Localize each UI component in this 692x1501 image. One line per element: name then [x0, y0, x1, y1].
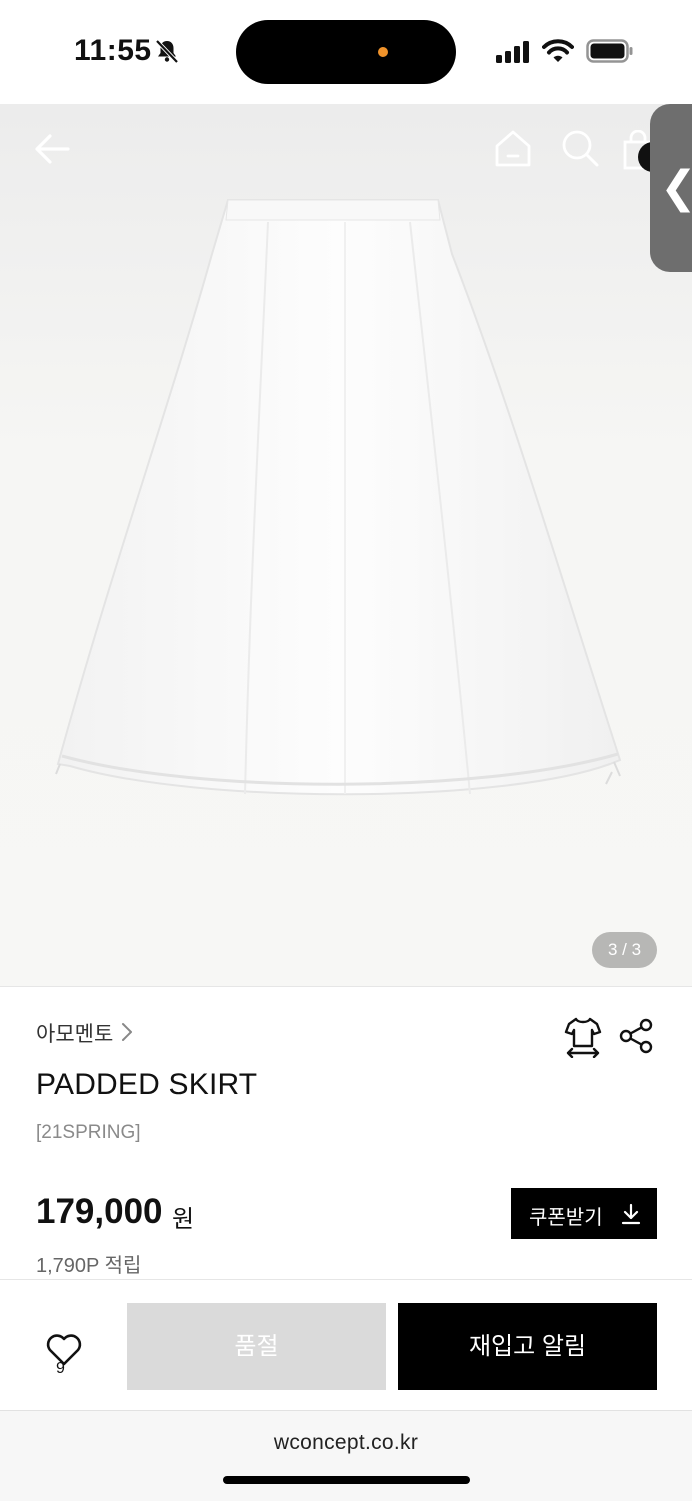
brand-link[interactable]: 아모멘토: [36, 1018, 113, 1048]
product-price: 179,000: [36, 1192, 163, 1231]
soldout-button[interactable]: 품절: [127, 1303, 386, 1390]
reward-points: 1,790P 적립: [36, 1255, 142, 1277]
browser-address-bar[interactable]: wconcept.co.kr: [0, 1410, 692, 1501]
product-title: PADDED SKIRT: [36, 1068, 258, 1101]
product-image-carousel[interactable]: ❮ 3 / 3: [0, 104, 692, 986]
battery-icon: [586, 39, 633, 63]
product-season: [21SPRING]: [36, 1122, 141, 1143]
share-icon[interactable]: [619, 1018, 653, 1054]
chevron-left-icon: ❮: [660, 162, 692, 213]
cellular-signal-icon: [496, 41, 529, 63]
search-icon[interactable]: [560, 128, 600, 168]
back-arrow-icon[interactable]: [32, 132, 72, 166]
coupon-button-label: 쿠폰받기: [529, 1207, 603, 1229]
wifi-icon: [542, 39, 574, 62]
like-count: 9: [56, 1360, 65, 1377]
divider: [0, 986, 692, 987]
size-guide-icon[interactable]: [564, 1016, 602, 1058]
restock-alert-button[interactable]: 재입고 알림: [398, 1303, 657, 1390]
url-text: wconcept.co.kr: [273, 1431, 419, 1454]
status-time: 11:55: [74, 34, 152, 67]
chevron-right-icon[interactable]: [120, 1021, 134, 1043]
privacy-indicator: [378, 47, 388, 57]
side-panel-tab[interactable]: ❮: [650, 104, 692, 272]
home-indicator[interactable]: [223, 1476, 470, 1484]
price-currency: 원: [172, 1206, 195, 1233]
image-counter: 3 / 3: [592, 932, 657, 968]
coupon-download-button[interactable]: 쿠폰받기: [511, 1188, 657, 1239]
home-icon[interactable]: [494, 128, 532, 168]
silent-bell-icon: [155, 39, 179, 64]
download-icon: [621, 1203, 641, 1225]
product-image: [55, 199, 622, 796]
status-bar: 11:55: [0, 0, 692, 104]
dynamic-island: [236, 20, 456, 84]
